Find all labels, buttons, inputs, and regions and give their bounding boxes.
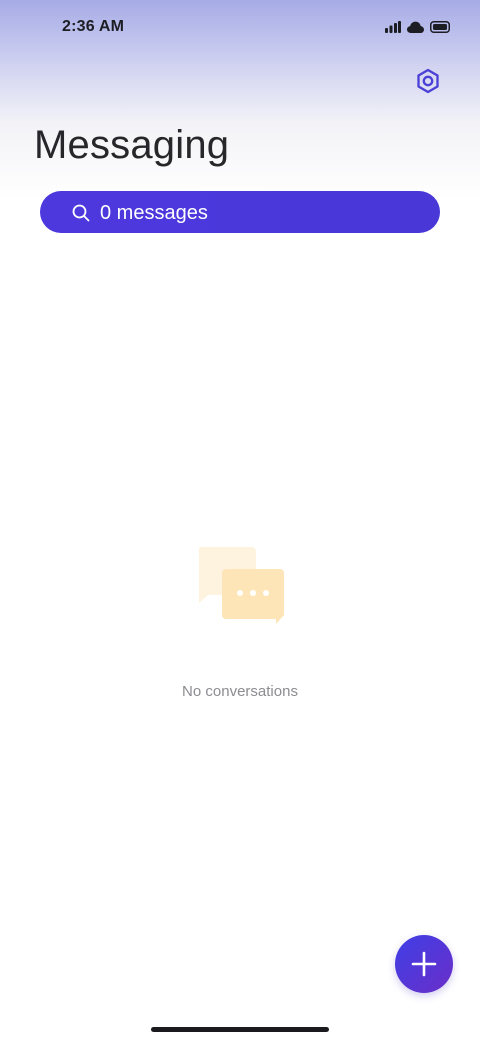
search-bar[interactable]: 0 messages — [40, 191, 440, 233]
status-time: 2:36 AM — [62, 18, 125, 35]
status-bar: 2:36 AM — [0, 0, 480, 56]
messaging-screen: 2:36 AM Messaging 0 messages No conversa… — [0, 0, 480, 1040]
new-conversation-button[interactable] — [395, 935, 453, 993]
signal-icon — [385, 21, 401, 33]
search-label: 0 messages — [100, 202, 208, 224]
page-title: Messaging — [34, 123, 230, 167]
empty-state-text: No conversations — [182, 683, 298, 700]
home-indicator[interactable] — [151, 1027, 329, 1032]
battery-icon — [430, 21, 450, 33]
cloud-icon — [407, 21, 424, 33]
settings-button[interactable] — [411, 64, 445, 98]
plus-icon — [411, 951, 437, 977]
status-icons — [385, 19, 450, 35]
settings-icon — [417, 68, 439, 94]
search-icon — [72, 204, 90, 222]
chat-bubbles-icon — [198, 547, 284, 624]
